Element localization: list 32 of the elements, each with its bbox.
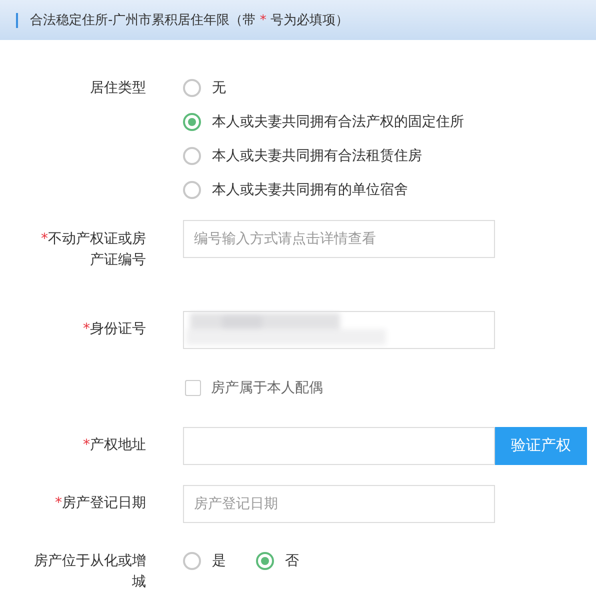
option-label: 无	[212, 79, 226, 97]
radio-option[interactable]: 否	[256, 550, 299, 572]
option-label: 本人或夫妻共同拥有合法租赁住房	[212, 147, 422, 165]
radio-icon[interactable]	[183, 181, 201, 199]
radio-option[interactable]: 本人或夫妻共同拥有的单位宿舍	[183, 173, 596, 207]
option-label: 本人或夫妻共同拥有的单位宿舍	[212, 181, 408, 199]
field-label: *不动产权证或房产证编号	[40, 230, 146, 270]
radio-icon[interactable]	[183, 147, 201, 165]
text-input[interactable]: 房产登记日期	[183, 484, 495, 522]
checkbox[interactable]	[185, 380, 201, 396]
field-label: *房产登记日期	[54, 494, 146, 513]
radio-option[interactable]: 本人或夫妻共同拥有合法租赁住房	[183, 139, 596, 173]
option-label: 否	[285, 552, 299, 570]
radio-option[interactable]: 无	[183, 71, 596, 105]
checkbox-label: 房产属于本人配偶	[211, 378, 323, 396]
radio-icon[interactable]	[183, 79, 201, 97]
radio-icon[interactable]	[183, 113, 201, 131]
text-input[interactable]: 编号输入方式请点击详情查看	[183, 220, 495, 258]
radio-icon[interactable]	[183, 552, 201, 570]
radio-icon[interactable]	[256, 552, 274, 570]
field-label: 房产位于从化或增城	[33, 552, 146, 592]
option-label: 本人或夫妻共同拥有合法产权的固定住所	[212, 113, 464, 131]
checkbox-option[interactable]: 房产属于本人配偶	[185, 380, 596, 396]
section-title: 合法稳定住所-广州市累积居住年限（带 * 号为必填项）	[30, 12, 348, 29]
address-input[interactable]	[183, 426, 495, 464]
radio-option[interactable]: 本人或夫妻共同拥有合法产权的固定住所	[183, 105, 596, 139]
option-label: 是	[212, 552, 226, 570]
field-label: *身份证号	[82, 320, 146, 339]
field-label: *产权地址	[82, 436, 146, 455]
id-number-input[interactable]	[183, 310, 495, 348]
radio-option[interactable]: 是	[183, 550, 226, 572]
field-label: 居住类型	[89, 78, 146, 98]
